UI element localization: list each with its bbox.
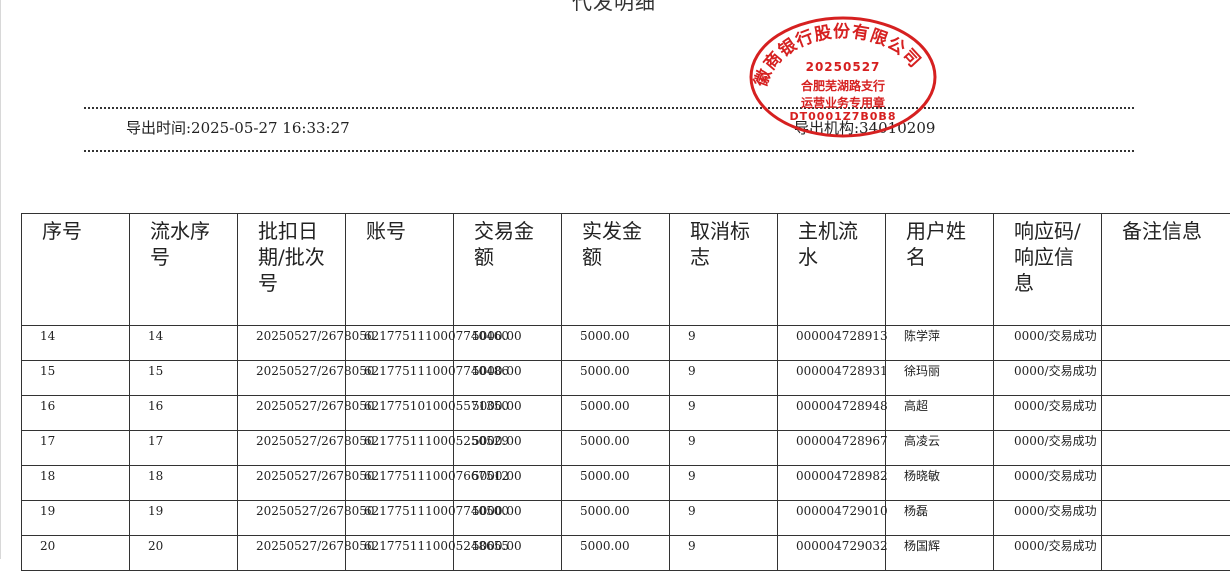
header-account: 账号 (346, 214, 454, 326)
cell-host: 000004728982 (778, 466, 886, 501)
table-row: 15 15 20250527/2678050 62177511100077404… (22, 361, 1230, 396)
cell-note (1102, 466, 1230, 501)
bank-seal-stamp: 徽商银行股份有限公司 20250527 合肥芜湖路支行 运营业务专用章 DT00… (748, 16, 938, 138)
cell-seq: 15 (22, 361, 130, 396)
cell-serial: 15 (130, 361, 238, 396)
cell-note (1102, 431, 1230, 466)
cell-name: 杨磊 (886, 501, 994, 536)
cell-seq: 16 (22, 396, 130, 431)
table-row: 20 20 20250527/2678050 62177511100052486… (22, 536, 1230, 571)
cell-name: 高凌云 (886, 431, 994, 466)
table-row: 17 17 20250527/2678050 62177511100052505… (22, 431, 1230, 466)
cell-response: 0000/交易成功 (994, 431, 1102, 466)
seal-branch: 合肥芜湖路支行 (748, 77, 938, 94)
cell-serial: 14 (130, 326, 238, 361)
cell-host: 000004728967 (778, 431, 886, 466)
table-row: 14 14 20250527/2678050 62177511100077404… (22, 326, 1230, 361)
cell-response: 0000/交易成功 (994, 536, 1102, 571)
cell-response: 0000/交易成功 (994, 396, 1102, 431)
cell-paid: 5000.00 (562, 361, 670, 396)
table-row: 18 18 20250527/2678050 62177511100076675… (22, 466, 1230, 501)
dotted-divider-bottom (84, 150, 1134, 152)
cell-host: 000004729032 (778, 536, 886, 571)
cell-host: 000004728913 (778, 326, 886, 361)
header-host: 主机流水 (778, 214, 886, 326)
cell-serial: 20 (130, 536, 238, 571)
cell-name: 高超 (886, 396, 994, 431)
cell-host: 000004729010 (778, 501, 886, 536)
header-serial: 流水序号 (130, 214, 238, 326)
cell-response: 0000/交易成功 (994, 361, 1102, 396)
header-seq: 序号 (22, 214, 130, 326)
cell-batch: 20250527/2678050 (238, 536, 346, 571)
cell-name: 徐玛丽 (886, 361, 994, 396)
table-row: 16 16 20250527/2678050 62177510100055713… (22, 396, 1230, 431)
cell-batch: 20250527/2678050 (238, 361, 346, 396)
seal-code: DT0001Z7B0B8 (748, 110, 938, 123)
table-row: 19 19 20250527/2678050 62177511100077405… (22, 501, 1230, 536)
cell-serial: 19 (130, 501, 238, 536)
seal-purpose: 运营业务专用章 (748, 94, 938, 111)
cell-seq: 17 (22, 431, 130, 466)
payout-detail-table: 序号 流水序号 批扣日期/批次号 账号 交易金额 实发金额 取消标志 主机流水 … (21, 213, 1230, 571)
header-paid: 实发金额 (562, 214, 670, 326)
page-edge (0, 0, 1, 559)
document-title: 代发明细 (572, 0, 656, 15)
cell-seq: 14 (22, 326, 130, 361)
cell-paid: 5000.00 (562, 536, 670, 571)
cell-serial: 17 (130, 431, 238, 466)
cell-seq: 19 (22, 501, 130, 536)
table-header-row: 序号 流水序号 批扣日期/批次号 账号 交易金额 实发金额 取消标志 主机流水 … (22, 214, 1230, 326)
header-cancel: 取消标志 (670, 214, 778, 326)
header-batch: 批扣日期/批次号 (238, 214, 346, 326)
cell-note (1102, 536, 1230, 571)
cell-response: 0000/交易成功 (994, 501, 1102, 536)
cell-batch: 20250527/2678050 (238, 326, 346, 361)
cell-note (1102, 396, 1230, 431)
cell-cancel: 9 (670, 466, 778, 501)
cell-host: 000004728948 (778, 396, 886, 431)
cell-serial: 18 (130, 466, 238, 501)
header-amount: 交易金额 (454, 214, 562, 326)
cell-batch: 20250527/2678050 (238, 501, 346, 536)
cell-host: 000004728931 (778, 361, 886, 396)
cell-name: 杨晓敏 (886, 466, 994, 501)
export-time: 导出时间:2025-05-27 16:33:27 (126, 117, 350, 138)
cell-name: 陈学萍 (886, 326, 994, 361)
header-name: 用户姓名 (886, 214, 994, 326)
cell-paid: 5000.00 (562, 431, 670, 466)
cell-note (1102, 501, 1230, 536)
cell-response: 0000/交易成功 (994, 466, 1102, 501)
cell-paid: 5000.00 (562, 466, 670, 501)
cell-cancel: 9 (670, 326, 778, 361)
seal-date: 20250527 (748, 60, 938, 74)
cell-seq: 20 (22, 536, 130, 571)
cell-serial: 16 (130, 396, 238, 431)
cell-seq: 18 (22, 466, 130, 501)
cell-cancel: 9 (670, 536, 778, 571)
cell-cancel: 9 (670, 431, 778, 466)
header-note: 备注信息 (1102, 214, 1230, 326)
cell-paid: 5000.00 (562, 396, 670, 431)
cell-note (1102, 326, 1230, 361)
cell-cancel: 9 (670, 361, 778, 396)
cell-name: 杨国辉 (886, 536, 994, 571)
cell-note (1102, 361, 1230, 396)
header-response: 响应码/响应信息 (994, 214, 1102, 326)
cell-paid: 5000.00 (562, 501, 670, 536)
cell-paid: 5000.00 (562, 326, 670, 361)
cell-batch: 20250527/2678050 (238, 431, 346, 466)
cell-batch: 20250527/2678050 (238, 466, 346, 501)
cell-cancel: 9 (670, 396, 778, 431)
cell-cancel: 9 (670, 501, 778, 536)
cell-response: 0000/交易成功 (994, 326, 1102, 361)
cell-batch: 20250527/2678050 (238, 396, 346, 431)
dotted-divider-top (84, 107, 1134, 109)
